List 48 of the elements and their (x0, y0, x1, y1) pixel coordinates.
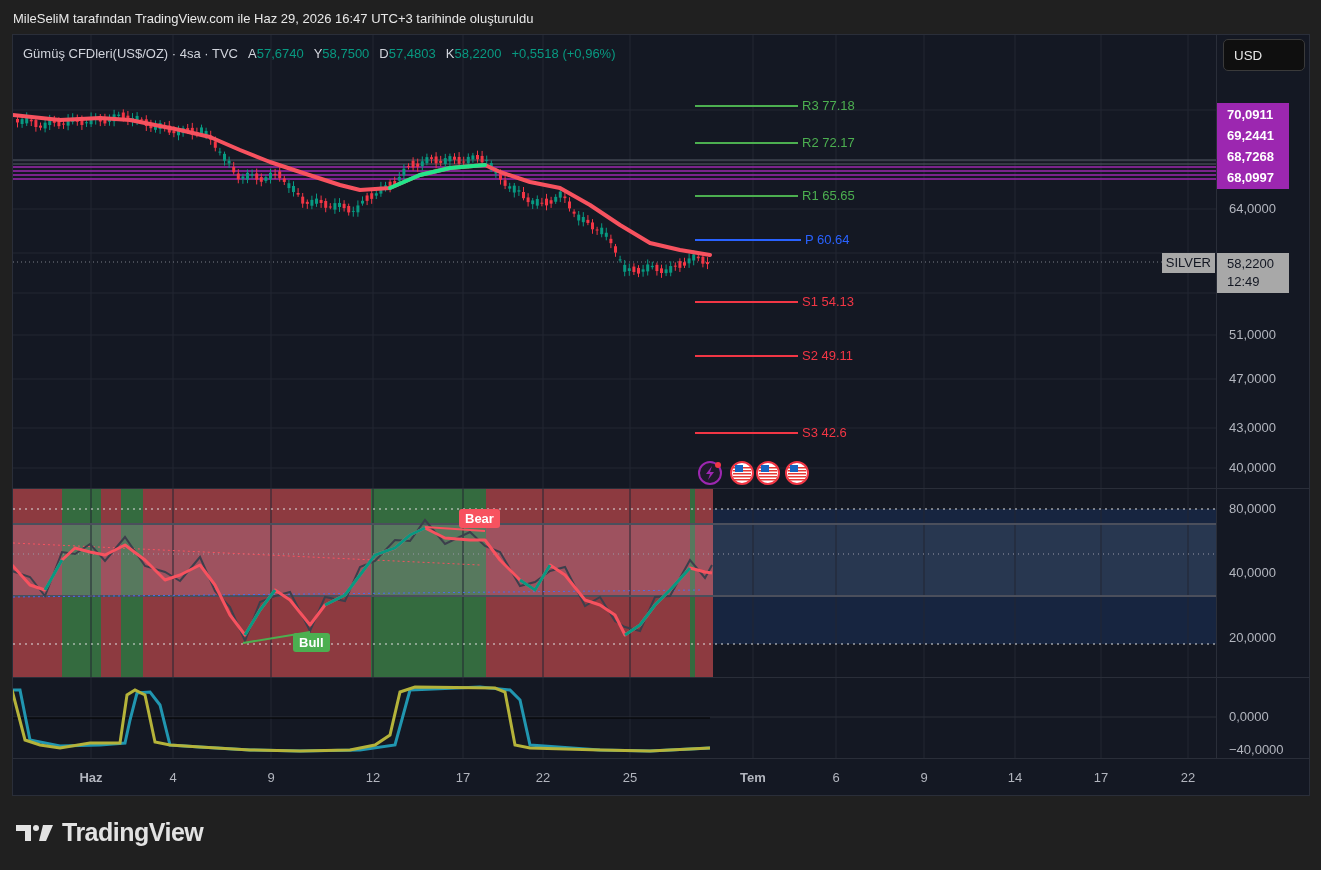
axis-label: 51,0000 (1229, 327, 1276, 343)
ohlc-value: A57,6740 (248, 46, 304, 61)
ohlc-value: Y58,7500 (313, 46, 370, 61)
ohlc-value: K58,2200 (445, 46, 502, 61)
axis-label: 0,0000 (1229, 709, 1269, 725)
pivot-label: P 60.64 (805, 232, 850, 247)
ohlc-value: D57,4803 (379, 46, 436, 61)
price-level-value: 70,0911 (1226, 106, 1275, 124)
pivot-label: S1 54.13 (802, 294, 855, 309)
pivot-label: R2 72.17 (802, 135, 855, 150)
axis-label: 40,0000 (1229, 460, 1276, 476)
divergence-label: Bull (293, 633, 330, 652)
pivot-label: R1 65.65 (802, 188, 855, 203)
axis-label: 40,0000 (1229, 565, 1276, 581)
currency-button[interactable]: USD (1223, 39, 1305, 71)
price-level-value: 68,7268 (1226, 148, 1275, 166)
time-label: 17 (455, 770, 471, 785)
brand-name: TradingView (62, 818, 204, 847)
pivot-label: R3 77.18 (802, 98, 855, 113)
pivot-label: S3 42.6 (802, 425, 847, 440)
symbol-title: Gümüş CFDleri(US$/OZ) · 4sa · TVC (23, 46, 238, 61)
time-label: 9 (267, 770, 275, 785)
price-change: +0,5518 (+0,96%) (511, 46, 616, 61)
axis-label: 20,0000 (1229, 630, 1276, 646)
time-label: 4 (169, 770, 177, 785)
time-label: 12 (365, 770, 381, 785)
time-label: 14 (1007, 770, 1023, 785)
axis-label: 47,0000 (1229, 371, 1276, 387)
axis-label: 80,0000 (1229, 501, 1276, 517)
divergence-label: Bear (459, 509, 500, 528)
axis-label: 43,0000 (1229, 420, 1276, 436)
time-label: 17 (1093, 770, 1109, 785)
symbol-tag: SILVER (1161, 253, 1215, 273)
price-level-value: 68,0997 (1226, 169, 1275, 187)
time-label: 6 (832, 770, 840, 785)
time-label: Haz (79, 770, 103, 785)
time-label: 22 (1180, 770, 1196, 785)
time-label: 9 (920, 770, 928, 785)
time-label: 25 (622, 770, 638, 785)
pivot-label: S2 49.11 (802, 348, 854, 363)
time-label: 22 (535, 770, 551, 785)
attribution-text: MileSeliM tarafından TradingView.com ile Haz 29, 2026 16:47 UTC+3 tarihinde oluşturuldu (13, 11, 534, 26)
price-level-value: 69,2441 (1226, 127, 1275, 145)
time-label: Tem (740, 770, 766, 785)
last-price: 58,2200 (1227, 255, 1275, 273)
axis-label: −40,0000 (1229, 742, 1284, 758)
axis-label: 64,0000 (1229, 201, 1276, 217)
bar-countdown: 12:49 (1227, 273, 1261, 291)
